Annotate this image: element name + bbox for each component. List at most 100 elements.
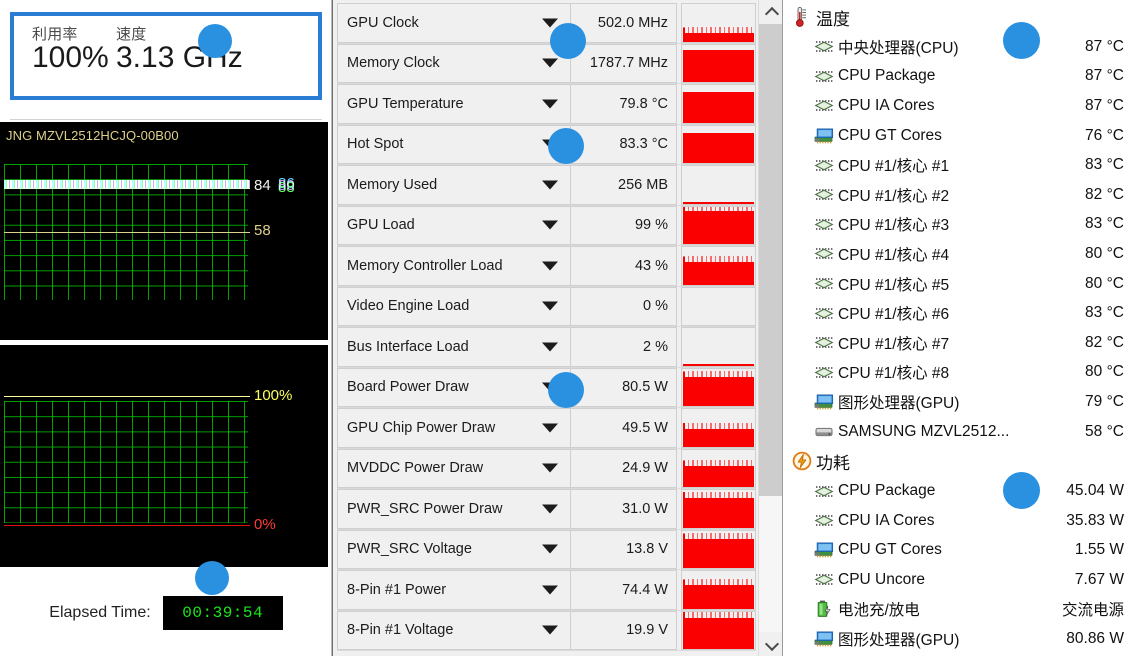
gpuz-sensor-list: GPU Clock 502.0 MHz Memory Clock 1787.7 MHz…: [333, 0, 758, 656]
sparkline-noise: [683, 27, 754, 34]
sensor-graph-panel-2[interactable]: 100% 0%: [0, 345, 332, 567]
sensor-row[interactable]: Memory Used 256 MB: [337, 165, 756, 206]
sensor-value-label: 502.0 MHz: [597, 14, 668, 31]
sensor-name-cell[interactable]: Hot Spot: [337, 124, 570, 164]
chevron-down-icon[interactable]: [542, 261, 558, 271]
chevron-down-icon[interactable]: [542, 58, 558, 68]
sensor-name-cell[interactable]: PWR_SRC Power Draw: [337, 489, 570, 529]
sensor-name-cell[interactable]: Bus Interface Load: [337, 327, 570, 367]
chevron-down-icon[interactable]: [542, 139, 558, 149]
sparkline-fill: [683, 585, 754, 609]
chip-icon: [811, 99, 837, 112]
sensor-row[interactable]: 8-Pin #1 Voltage 19.9 V: [337, 610, 756, 651]
chevron-down-icon[interactable]: [542, 342, 558, 352]
chevron-down-icon[interactable]: [542, 463, 558, 473]
sensor-row[interactable]: Board Power Draw 80.5 W: [337, 367, 756, 408]
sensor-name-cell[interactable]: Memory Used: [337, 165, 570, 205]
sensor-name-label: GPU Load: [347, 217, 415, 234]
cpu-summary-card[interactable]: 利用率 速度 100% 3.13 GHz: [10, 12, 322, 100]
scrollbar-thumb[interactable]: [759, 24, 783, 496]
sensor-value-cell: 19.9 V: [570, 610, 677, 650]
sensor-tree-item[interactable]: CPU #1/核心 #3 83 °C: [789, 210, 1130, 240]
chevron-down-icon[interactable]: [542, 220, 558, 230]
sensor-row[interactable]: PWR_SRC Voltage 13.8 V: [337, 529, 756, 570]
sparkline-noise: [683, 256, 754, 262]
sensor-tree-item[interactable]: CPU #1/核心 #8 80 °C: [789, 358, 1130, 388]
sensor-tree-item[interactable]: CPU Uncore 7.67 W: [789, 565, 1130, 595]
chevron-down-icon[interactable]: [542, 180, 558, 190]
sensor-sparkline: [681, 529, 756, 569]
sensor-tree-item[interactable]: CPU #1/核心 #1 83 °C: [789, 150, 1130, 180]
sensor-row[interactable]: GPU Load 99 %: [337, 205, 756, 246]
sensor-value-label: 83.3 °C: [619, 136, 668, 153]
sensor-tree-item[interactable]: CPU Package 45.04 W: [789, 476, 1130, 506]
sensor-name-cell[interactable]: Memory Clock: [337, 43, 570, 83]
chevron-down-icon[interactable]: [542, 504, 558, 514]
sensor-item-label: 图形处理器(GPU): [838, 394, 960, 412]
sensor-name-cell[interactable]: PWR_SRC Voltage: [337, 529, 570, 569]
scrollbar-track[interactable]: [759, 24, 783, 632]
sensor-row[interactable]: Memory Controller Load 43 %: [337, 246, 756, 287]
sensor-row[interactable]: Video Engine Load 0 %: [337, 286, 756, 327]
sensor-value-cell: 0 %: [570, 286, 677, 326]
scroll-down-button[interactable]: [759, 632, 783, 656]
sensor-tree-item[interactable]: 图形处理器(GPU) 79 °C: [789, 387, 1130, 417]
sensor-name-cell[interactable]: Memory Controller Load: [337, 246, 570, 286]
sensor-tree-item[interactable]: SAMSUNG MZVL2512... 58 °C: [789, 417, 1130, 447]
sensor-item-label: CPU #1/核心 #6: [838, 306, 950, 324]
chevron-down-icon[interactable]: [542, 423, 558, 433]
sensor-tree-item[interactable]: CPU GT Cores 1.55 W: [789, 536, 1130, 566]
chevron-down-icon[interactable]: [542, 382, 558, 392]
sensor-row[interactable]: PWR_SRC Power Draw 31.0 W: [337, 489, 756, 530]
sensor-name-cell[interactable]: GPU Load: [337, 205, 570, 245]
sensor-tree-item[interactable]: CPU GT Cores 76 °C: [789, 121, 1130, 151]
sensor-tree-item[interactable]: CPU #1/核心 #6 83 °C: [789, 298, 1130, 328]
chevron-down-icon[interactable]: [542, 625, 558, 635]
sensor-row[interactable]: Hot Spot 83.3 °C: [337, 124, 756, 165]
chevron-down-icon[interactable]: [542, 585, 558, 595]
sensor-tree-item[interactable]: 中央处理器(CPU) 87 °C: [789, 32, 1130, 62]
sensor-name-cell[interactable]: MVDDC Power Draw: [337, 448, 570, 488]
chevron-down-icon[interactable]: [542, 544, 558, 554]
gpu-icon: [811, 394, 837, 410]
sensor-tree-item[interactable]: CPU #1/核心 #5 80 °C: [789, 269, 1130, 299]
sensor-row[interactable]: GPU Temperature 79.8 °C: [337, 84, 756, 125]
sensor-row[interactable]: Memory Clock 1787.7 MHz: [337, 43, 756, 84]
sensor-name-label: GPU Chip Power Draw: [347, 419, 496, 436]
gpuz-scrollbar[interactable]: [758, 0, 783, 656]
sensor-tree-item[interactable]: CPU #1/核心 #2 82 °C: [789, 180, 1130, 210]
sensor-group-header[interactable]: 温度: [789, 2, 1130, 32]
sensor-value-label: 24.9 W: [622, 460, 668, 477]
sensor-tree-item[interactable]: 图形处理器(GPU) 80.86 W: [789, 624, 1130, 654]
sensor-name-cell[interactable]: Board Power Draw: [337, 367, 570, 407]
sensor-group-header[interactable]: 功耗: [789, 446, 1130, 476]
sensor-row[interactable]: GPU Chip Power Draw 49.5 W: [337, 408, 756, 449]
sensor-name-cell[interactable]: Video Engine Load: [337, 286, 570, 326]
sparkline-noise: [683, 460, 754, 467]
chevron-down-icon[interactable]: [542, 18, 558, 28]
sensor-tree-item[interactable]: CPU Package 87 °C: [789, 62, 1130, 92]
sensor-tree-item[interactable]: CPU #1/核心 #4 80 °C: [789, 239, 1130, 269]
sensor-name-cell[interactable]: GPU Clock: [337, 3, 570, 43]
sensor-name-cell[interactable]: GPU Temperature: [337, 84, 570, 124]
sensor-tree-item[interactable]: CPU IA Cores 87 °C: [789, 91, 1130, 121]
sensor-name-cell[interactable]: 8-Pin #1 Power: [337, 570, 570, 610]
sensor-graph-panel-1[interactable]: JNG MZVL2512HCJQ-00B00 84 86 88 80 58: [0, 122, 332, 340]
sensor-tree-item[interactable]: CPU IA Cores 35.83 W: [789, 506, 1130, 536]
sensor-row[interactable]: MVDDC Power Draw 24.9 W: [337, 448, 756, 489]
sensor-tree-item[interactable]: CPU #1/核心 #7 82 °C: [789, 328, 1130, 358]
sensor-name-cell[interactable]: GPU Chip Power Draw: [337, 408, 570, 448]
chip-icon: [811, 277, 837, 290]
scroll-up-button[interactable]: [759, 0, 783, 24]
chip-icon: [811, 247, 837, 260]
chevron-down-icon[interactable]: [542, 301, 558, 311]
sensor-row[interactable]: Bus Interface Load 2 %: [337, 327, 756, 368]
sensor-tree-item[interactable]: 电池充/放电 交流电源: [789, 595, 1130, 625]
sensor-sparkline: [681, 205, 756, 245]
chevron-down-icon[interactable]: [542, 99, 558, 109]
sensor-name-cell[interactable]: 8-Pin #1 Voltage: [337, 610, 570, 650]
sensor-row[interactable]: GPU Clock 502.0 MHz: [337, 3, 756, 44]
sensor-row[interactable]: 8-Pin #1 Power 74.4 W: [337, 570, 756, 611]
chip-icon: [811, 218, 837, 231]
sensor-name-label: MVDDC Power Draw: [347, 460, 484, 477]
